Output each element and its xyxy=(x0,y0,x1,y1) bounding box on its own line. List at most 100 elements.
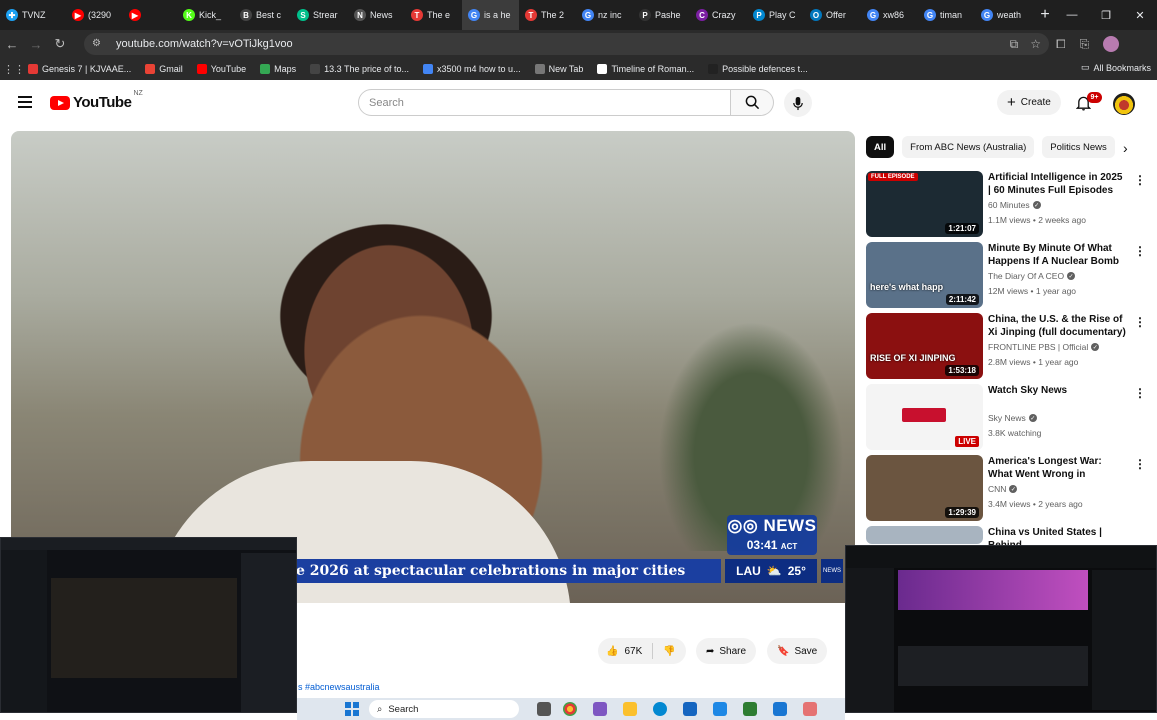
filter-chip[interactable]: Politics News xyxy=(1042,136,1115,158)
site-info-icon[interactable]: ⚙ xyxy=(92,38,106,50)
video-title[interactable]: China, the U.S. & the Rise of Xi Jinping… xyxy=(988,313,1128,340)
browser-tab[interactable]: C Crazy xyxy=(690,0,747,30)
overlay-window-right[interactable] xyxy=(845,545,1157,713)
filter-chip[interactable]: All xyxy=(866,136,895,158)
browser-tab[interactable]: ▶ (3290 xyxy=(66,0,123,30)
app-icon-3[interactable] xyxy=(743,702,757,716)
more-options-icon[interactable]: ⋮ xyxy=(1134,173,1146,187)
chevron-right-icon[interactable]: › xyxy=(1123,140,1128,156)
save-button[interactable]: 🔖 Save xyxy=(767,638,828,664)
recommended-video[interactable]: RISE OF XI JINPING 1:53:18 China, the U.S.… xyxy=(866,313,1151,379)
minimize-icon[interactable]: — xyxy=(1055,9,1089,21)
browser-tab[interactable]: N News xyxy=(348,0,405,30)
bookmark-item[interactable]: x3500 m4 how to u... xyxy=(423,64,521,74)
voice-search-button[interactable] xyxy=(784,89,812,117)
close-icon[interactable]: ✕ xyxy=(1123,9,1157,22)
more-options-icon[interactable]: ⋮ xyxy=(1134,386,1146,400)
video-title[interactable]: America's Longest War: What Went Wrong i… xyxy=(988,455,1128,482)
back-icon[interactable]: ← xyxy=(0,37,24,52)
recommended-video[interactable]: China vs United States | Behind xyxy=(866,526,1151,551)
recommended-video[interactable]: here's what happ 2:11:42 Minute By Minute … xyxy=(866,242,1151,308)
youtube-logo[interactable]: YouTube NZ xyxy=(50,90,143,111)
browser-tab[interactable]: T The e xyxy=(405,0,462,30)
extensions-icon[interactable]: ⧠ xyxy=(1056,37,1066,52)
browser-tab[interactable]: O Offer xyxy=(804,0,861,30)
video-thumbnail[interactable] xyxy=(866,526,983,544)
bookmark-item[interactable]: New Tab xyxy=(534,64,583,74)
search-input[interactable]: Search xyxy=(358,89,731,116)
recommended-video[interactable]: LIVE Watch Sky News Sky News ✓ 3.8K watching… xyxy=(866,384,1151,450)
bookmark-item[interactable]: Timeline of Roman... xyxy=(597,64,694,74)
video-player[interactable]: ◎◎ NEWS 03:41 ACT e 2026 at spectacular … xyxy=(11,131,855,603)
overlay-window-left[interactable] xyxy=(0,537,297,713)
app-icon-4[interactable] xyxy=(773,702,787,716)
filter-chip[interactable]: From ABC News (Australia) xyxy=(902,136,1035,158)
account-avatar[interactable] xyxy=(1113,93,1135,115)
video-thumbnail[interactable]: here's what happ 2:11:42 xyxy=(866,242,983,308)
task-view-icon[interactable] xyxy=(537,702,551,716)
video-title[interactable]: Minute By Minute Of What Happens If A Nu… xyxy=(988,242,1128,269)
create-button[interactable]: + Create xyxy=(997,90,1061,115)
apps-grid-icon[interactable]: ⋮⋮ xyxy=(0,63,28,76)
share-button[interactable]: ➦ Share xyxy=(696,638,757,664)
browser-tab[interactable]: ✚ TVNZ xyxy=(0,0,66,30)
address-bar[interactable]: ⚙ youtube.com/watch?v=vOTiJkg1voo ⧉ ☆ xyxy=(84,33,1049,55)
app-icon-2[interactable] xyxy=(713,702,727,716)
chrome-icon[interactable] xyxy=(563,702,577,716)
windows-start-icon[interactable] xyxy=(345,702,359,716)
dislike-button[interactable]: 👎 xyxy=(653,646,685,657)
channel-name[interactable]: Sky News ✓ xyxy=(988,413,1037,423)
browser-tab[interactable]: Gtiman xyxy=(918,0,975,30)
bookmark-item[interactable]: Genesis 7 | KJVAAE... xyxy=(28,64,131,74)
maximize-icon[interactable]: ❐ xyxy=(1089,9,1123,22)
forward-icon[interactable]: → xyxy=(24,37,48,52)
file-explorer-icon[interactable] xyxy=(623,702,637,716)
more-options-icon[interactable]: ⋮ xyxy=(1134,244,1146,258)
browser-tab[interactable]: ▶ xyxy=(123,0,177,30)
video-hashtags[interactable]: s #abcnewsaustralia xyxy=(298,682,380,692)
video-title[interactable]: Artificial Intelligence in 2025 | 60 Min… xyxy=(988,171,1128,197)
more-options-icon[interactable]: ⋮ xyxy=(1134,457,1146,471)
video-thumbnail[interactable]: RISE OF XI JINPING 1:53:18 xyxy=(866,313,983,379)
browser-tab[interactable]: Gweath xyxy=(975,0,1032,30)
browser-tab[interactable]: K Kick_ xyxy=(177,0,234,30)
search-button[interactable] xyxy=(731,89,774,116)
browser-tab[interactable]: P Play C xyxy=(747,0,804,30)
sidebar-icon[interactable]: ⎘ xyxy=(1080,37,1090,52)
reload-icon[interactable]: ↻ xyxy=(48,36,72,52)
recommended-video[interactable]: 1:29:39 America's Longest War: What Went … xyxy=(866,455,1151,521)
video-thumbnail[interactable]: FULL EPISODE 1:21:07 xyxy=(866,171,983,237)
app-icon-1[interactable] xyxy=(593,702,607,716)
channel-name[interactable]: CNN ✓ xyxy=(988,484,1018,494)
browser-tab[interactable]: Gxw86 xyxy=(861,0,918,30)
recommended-video[interactable]: FULL EPISODE 1:21:07 Artificial Intelligen… xyxy=(866,171,1151,237)
browser-tab[interactable]: P Pashe xyxy=(633,0,690,30)
like-button[interactable]: 👍 67K xyxy=(598,643,654,659)
mail-icon[interactable] xyxy=(683,702,697,716)
browser-tab[interactable]: B Best c xyxy=(234,0,291,30)
app-icon-5[interactable] xyxy=(803,702,817,716)
channel-name[interactable]: 60 Minutes ✓ xyxy=(988,200,1041,210)
taskbar-search[interactable]: ⌕ Search xyxy=(369,700,519,718)
browser-tab[interactable]: Gnz inc xyxy=(576,0,633,30)
bookmark-item[interactable]: Gmail xyxy=(145,64,183,74)
edge-icon[interactable] xyxy=(653,702,667,716)
install-icon[interactable]: ⧉ xyxy=(1010,37,1019,52)
channel-name[interactable]: The Diary Of A CEO ✓ xyxy=(988,271,1076,281)
browser-tab[interactable]: T The 2 xyxy=(519,0,576,30)
bookmark-item[interactable]: YouTube xyxy=(196,64,246,74)
bookmark-item[interactable]: Maps xyxy=(260,64,296,74)
profile-avatar[interactable] xyxy=(1103,36,1120,52)
video-title[interactable]: Watch Sky News xyxy=(988,384,1128,397)
video-thumbnail[interactable]: LIVE xyxy=(866,384,983,450)
browser-tab[interactable]: Gis a he xyxy=(462,0,519,30)
bookmark-star-icon[interactable]: ☆ xyxy=(1030,37,1041,52)
video-thumbnail[interactable]: 1:29:39 xyxy=(866,455,983,521)
browser-tab[interactable]: S Strear xyxy=(291,0,348,30)
bookmark-item[interactable]: Possible defences t... xyxy=(708,64,808,74)
menu-icon[interactable] xyxy=(18,96,32,108)
channel-name[interactable]: FRONTLINE PBS | Official ✓ xyxy=(988,342,1100,352)
more-options-icon[interactable]: ⋮ xyxy=(1134,315,1146,329)
bookmark-item[interactable]: 13.3 The price of to... xyxy=(310,64,409,74)
all-bookmarks[interactable]: ▭ All Bookmarks xyxy=(1081,62,1151,73)
